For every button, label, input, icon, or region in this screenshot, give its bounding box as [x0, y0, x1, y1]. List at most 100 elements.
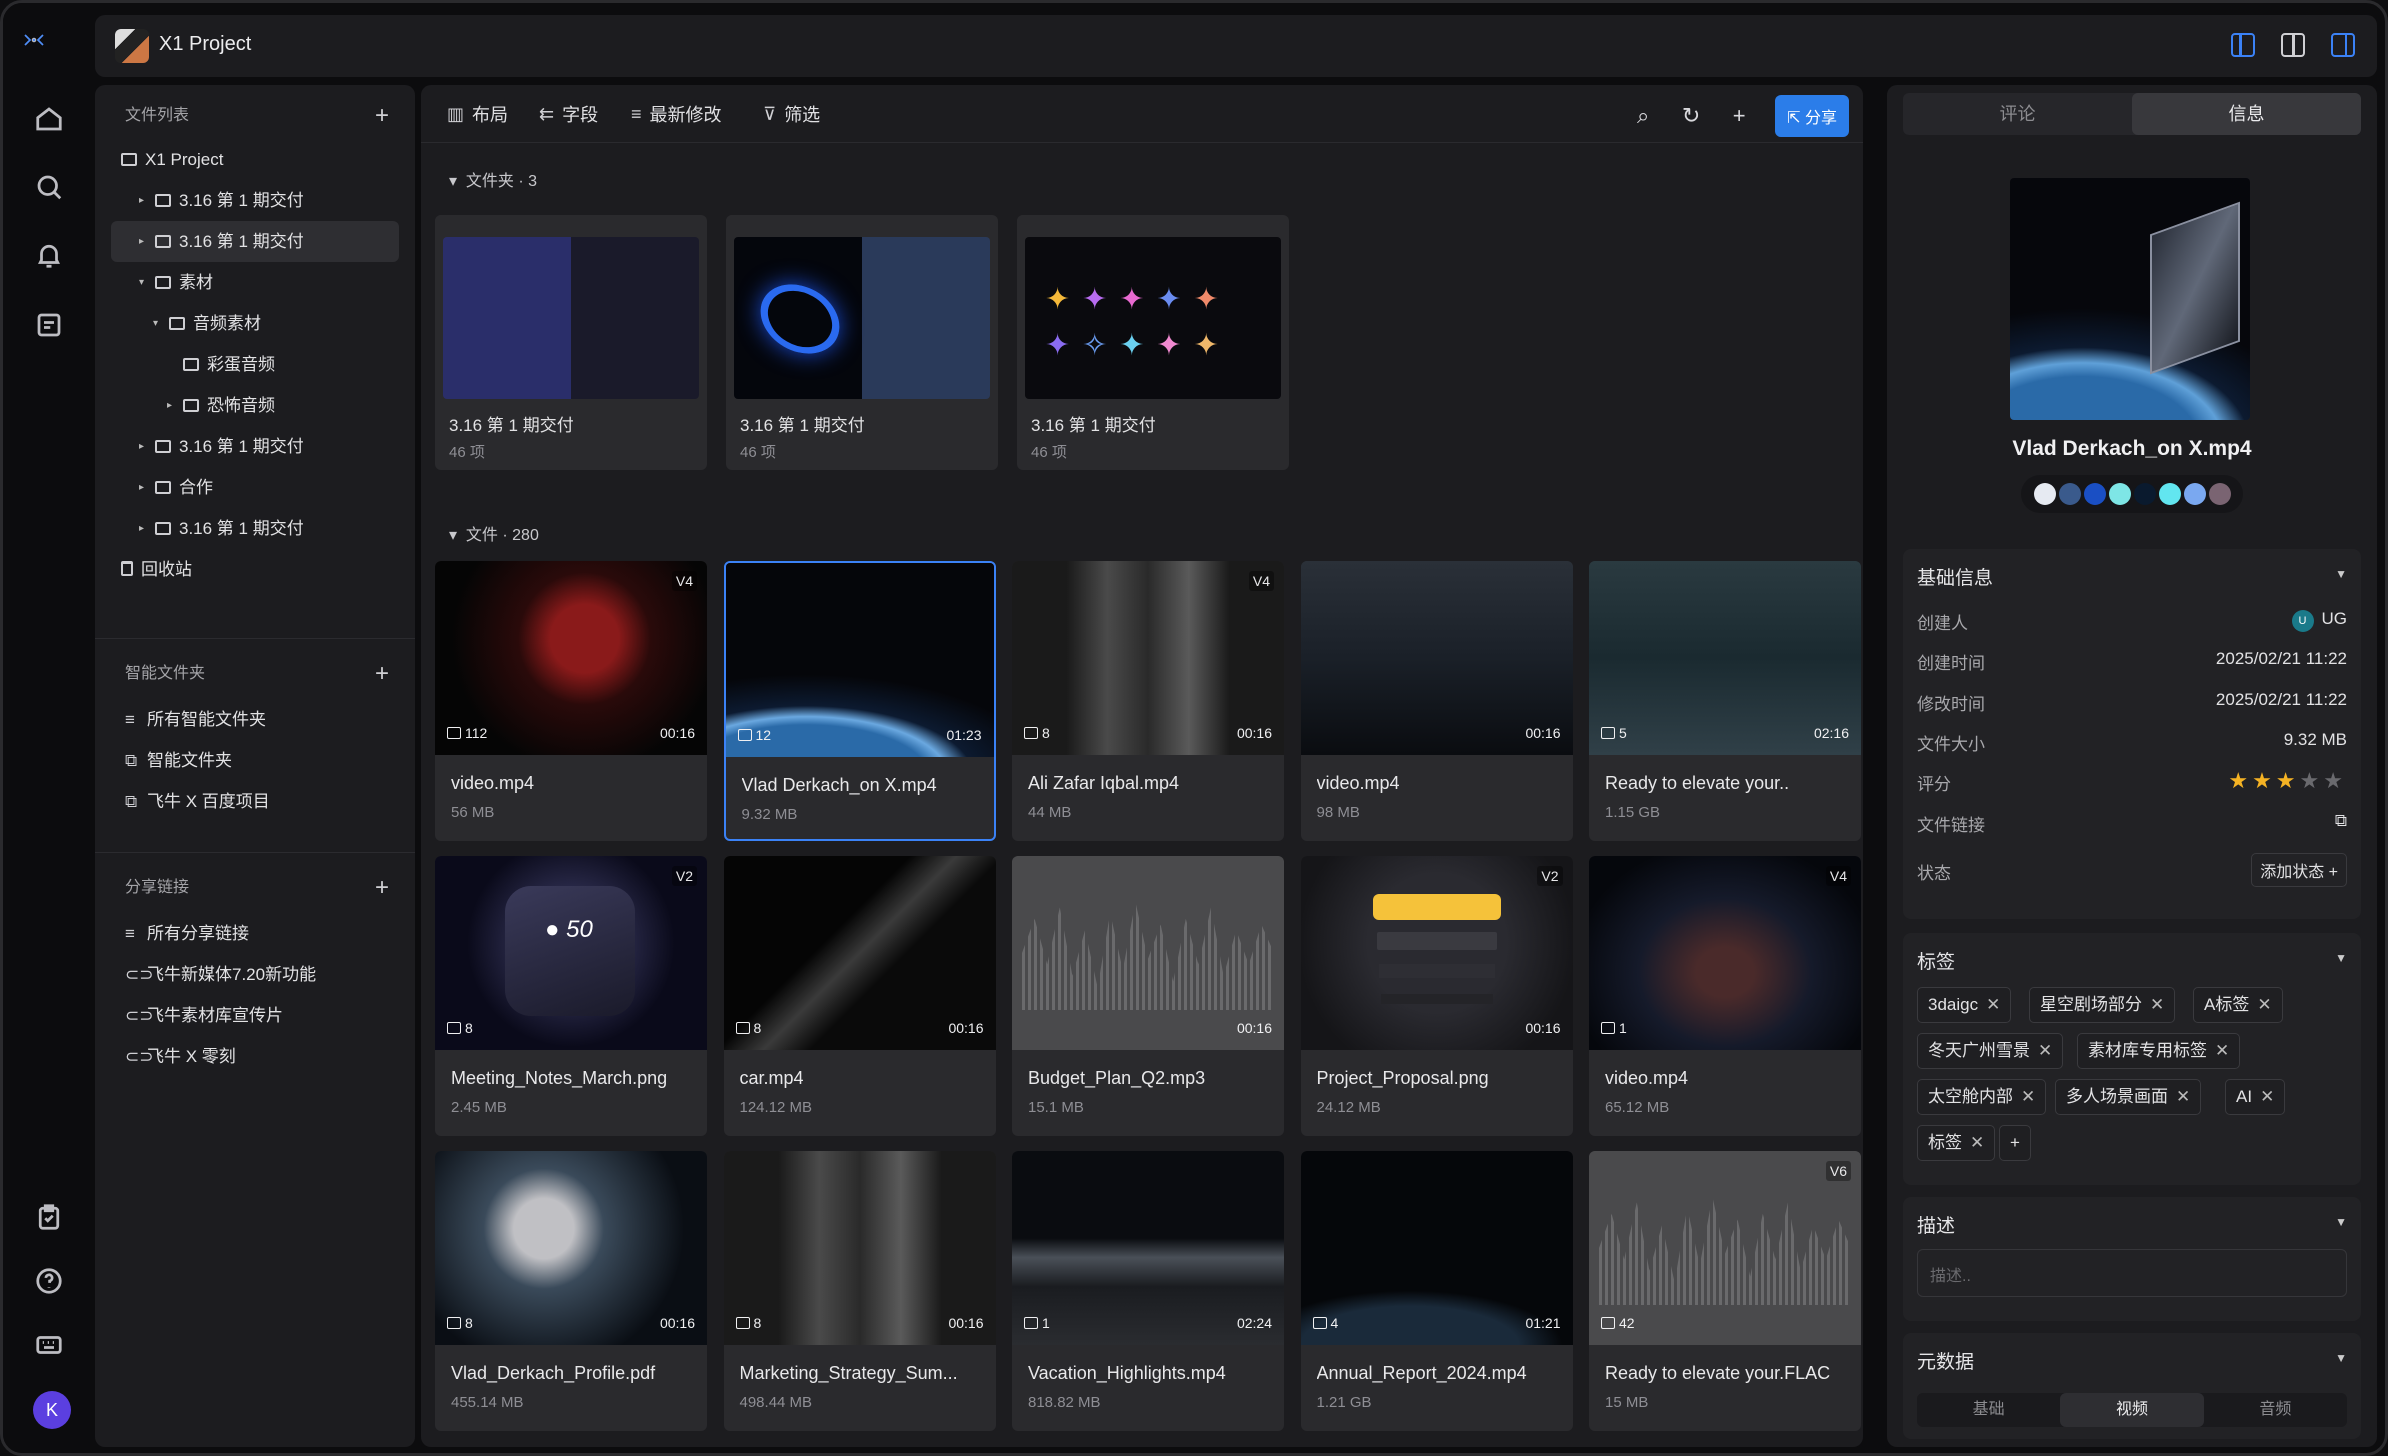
folders-group-header[interactable]: ▾ 文件夹 · 3 [449, 167, 537, 191]
comment-count[interactable]: 8 [735, 1020, 761, 1036]
remove-tag-icon[interactable]: ✕ [2257, 995, 2271, 1014]
metadata-collapse-icon[interactable]: ▼ [2335, 1351, 2347, 1365]
comment-count[interactable]: 4 [1312, 1315, 1338, 1331]
comment-count[interactable]: 1 [1024, 1315, 1050, 1331]
color-swatch[interactable] [2183, 483, 2206, 505]
list-item[interactable]: ⧉ 飞牛 X 百度项目 [111, 781, 399, 822]
comment-count[interactable]: 1 [1601, 1020, 1627, 1036]
folder-card[interactable]: 3.16 第 1 期交付 46 项 [435, 215, 707, 470]
tree-item[interactable]: ▸ 3.16 第 1 期交付 [111, 508, 399, 549]
chevron-icon[interactable]: ▸ [139, 508, 144, 549]
tab-meta-video[interactable]: 视频 [2060, 1393, 2204, 1427]
color-swatch[interactable] [2208, 483, 2231, 505]
add-file-icon[interactable]: + [375, 101, 389, 131]
remove-tag-icon[interactable]: ✕ [2038, 1041, 2052, 1060]
tree-item[interactable]: ▾ 音频素材 [111, 303, 399, 344]
color-swatch[interactable] [2083, 483, 2106, 505]
list-item[interactable]: ≡ 所有分享链接 [111, 913, 399, 954]
tab-info[interactable]: 信息 [2132, 93, 2361, 135]
file-card[interactable]: V4 112 00:16 video.mp4 56 MB [435, 561, 707, 841]
chevron-icon[interactable]: ▸ [139, 467, 144, 508]
comment-count[interactable]: 8 [1024, 725, 1050, 741]
tag-chip[interactable]: 太空舱内部 ✕ [1917, 1079, 2047, 1115]
description-input[interactable]: 描述.. [1917, 1249, 2347, 1297]
clipboard-icon[interactable] [29, 1197, 69, 1237]
file-preview[interactable] [2010, 178, 2250, 420]
list-item[interactable]: ≡ 所有智能文件夹 [111, 699, 399, 740]
add-icon[interactable]: + [1727, 103, 1751, 129]
refresh-icon[interactable]: ↻ [1679, 103, 1703, 129]
file-card[interactable]: V4 8 00:16 Ali Zafar Iqbal.mp4 44 MB [1012, 561, 1284, 841]
remove-tag-icon[interactable]: ✕ [2021, 1087, 2035, 1106]
copy-icon[interactable]: ⧉ [2335, 811, 2347, 831]
filter-button[interactable]: ⊽ 筛选 [763, 101, 820, 127]
tree-item[interactable]: ▾ 素材 [111, 262, 399, 303]
list-item[interactable]: ⊂⊃飞牛素材库宣传片 [111, 995, 399, 1036]
remove-tag-icon[interactable]: ✕ [2176, 1087, 2190, 1106]
toggle-split-panel-icon[interactable] [2281, 33, 2305, 57]
tree-item[interactable]: ▸ 3.16 第 1 期交付 [111, 180, 399, 221]
remove-tag-icon[interactable]: ✕ [2150, 995, 2164, 1014]
file-card[interactable]: 00:16 Budget_Plan_Q2.mp3 15.1 MB [1012, 856, 1284, 1136]
tag-chip[interactable]: 星空剧场部分 ✕ [2029, 987, 2176, 1023]
tag-chip[interactable]: A标签 ✕ [2193, 987, 2283, 1023]
remove-tag-icon[interactable]: ✕ [1986, 995, 2000, 1014]
star-icon[interactable]: ★ [2228, 768, 2252, 793]
comment-count[interactable]: 5 [1601, 725, 1627, 741]
file-card[interactable]: V6 42 Ready to elevate your.FLAC 15 MB [1589, 1151, 1861, 1431]
tab-meta-audio[interactable]: 音频 [2204, 1393, 2347, 1427]
comment-count[interactable]: 8 [447, 1315, 473, 1331]
tree-item[interactable]: ▸ 恐怖音频 [111, 385, 399, 426]
tree-item[interactable]: ▸ 合作 [111, 467, 399, 508]
tab-meta-basic[interactable]: 基础 [1917, 1393, 2060, 1427]
folder-card[interactable]: 3.16 第 1 期交付 46 项 [726, 215, 998, 470]
tag-chip[interactable]: AI ✕ [2225, 1079, 2286, 1115]
tags-collapse-icon[interactable]: ▼ [2335, 951, 2347, 965]
chevron-icon[interactable]: ▾ [139, 262, 144, 303]
list-item[interactable]: ⊂⊃飞牛 X 零刻 [111, 1036, 399, 1077]
add-smart-folder-icon[interactable]: + [375, 659, 389, 689]
add-state-button[interactable]: 添加状态 + [2251, 852, 2347, 887]
comment-count[interactable]: 42 [1601, 1315, 1635, 1331]
list-item[interactable]: ⧉ 智能文件夹 [111, 740, 399, 781]
tab-comments[interactable]: 评论 [1903, 93, 2132, 135]
sort-button[interactable]: ≡ 最新修改 [631, 101, 722, 127]
tree-item[interactable]: 彩蛋音频 [111, 344, 399, 385]
search-icon[interactable] [29, 167, 69, 207]
file-card[interactable]: 8 00:16 Marketing_Strategy_Sum... 498.44 MB [723, 1151, 996, 1431]
basic-info-collapse-icon[interactable]: ▼ [2335, 567, 2347, 581]
tag-chip[interactable]: 素材库专用标签 ✕ [2077, 1033, 2241, 1069]
list-item[interactable]: ⊂⊃飞牛新媒体7.20新功能 [111, 954, 399, 995]
tag-chip[interactable]: 冬天广州雪景 ✕ [1917, 1033, 2064, 1069]
help-icon[interactable] [29, 1261, 69, 1301]
star-icon[interactable]: ★ [2276, 768, 2300, 793]
remove-tag-icon[interactable]: ✕ [2260, 1087, 2274, 1106]
toggle-right-panel-icon[interactable] [2331, 33, 2355, 57]
chevron-icon[interactable]: ▸ [139, 426, 144, 467]
color-swatch[interactable] [2158, 483, 2181, 505]
file-card[interactable]: 8 00:16 Vlad_Derkach_Profile.pdf 455.14 MB [435, 1151, 707, 1431]
files-group-header[interactable]: ▾ 文件 · 280 [449, 521, 539, 545]
bell-icon[interactable] [29, 235, 69, 275]
file-card[interactable]: 8 00:16 car.mp4 124.12 MB [723, 856, 996, 1136]
file-card[interactable]: 4 01:21 Annual_Report_2024.mp4 1.21 GB [1300, 1151, 1573, 1431]
keyboard-icon[interactable] [29, 1325, 69, 1365]
tag-chip[interactable]: 标签 ✕ [1917, 1125, 1996, 1161]
document-icon[interactable] [29, 305, 69, 345]
app-logo-icon[interactable] [19, 25, 49, 55]
tag-chip[interactable]: 多人场景画面 ✕ [2055, 1079, 2202, 1115]
folder-card[interactable]: ✦✦✦✦✦ ✦✧✦✦✦ 3.16 第 1 期交付 46 项 [1017, 215, 1289, 470]
file-card[interactable]: 12 01:23 Vlad Derkach_on X.mp4 9.32 MB [723, 561, 996, 841]
description-collapse-icon[interactable]: ▼ [2335, 1215, 2347, 1229]
layout-button[interactable]: ▥ 布局 [447, 101, 508, 127]
chevron-icon[interactable]: ▾ [153, 303, 158, 344]
star-icon[interactable]: ★ [2252, 768, 2276, 793]
chevron-icon[interactable]: ▸ [167, 385, 172, 426]
add-share-link-icon[interactable]: + [375, 873, 389, 903]
file-card[interactable]: 00:16 video.mp4 98 MB [1300, 561, 1573, 841]
toggle-left-panel-icon[interactable] [2231, 33, 2255, 57]
remove-tag-icon[interactable]: ✕ [2215, 1041, 2229, 1060]
fields-button[interactable]: ⇇ 字段 [539, 101, 598, 127]
star-icon[interactable]: ★ [2323, 768, 2347, 793]
color-swatch[interactable] [2033, 483, 2056, 505]
